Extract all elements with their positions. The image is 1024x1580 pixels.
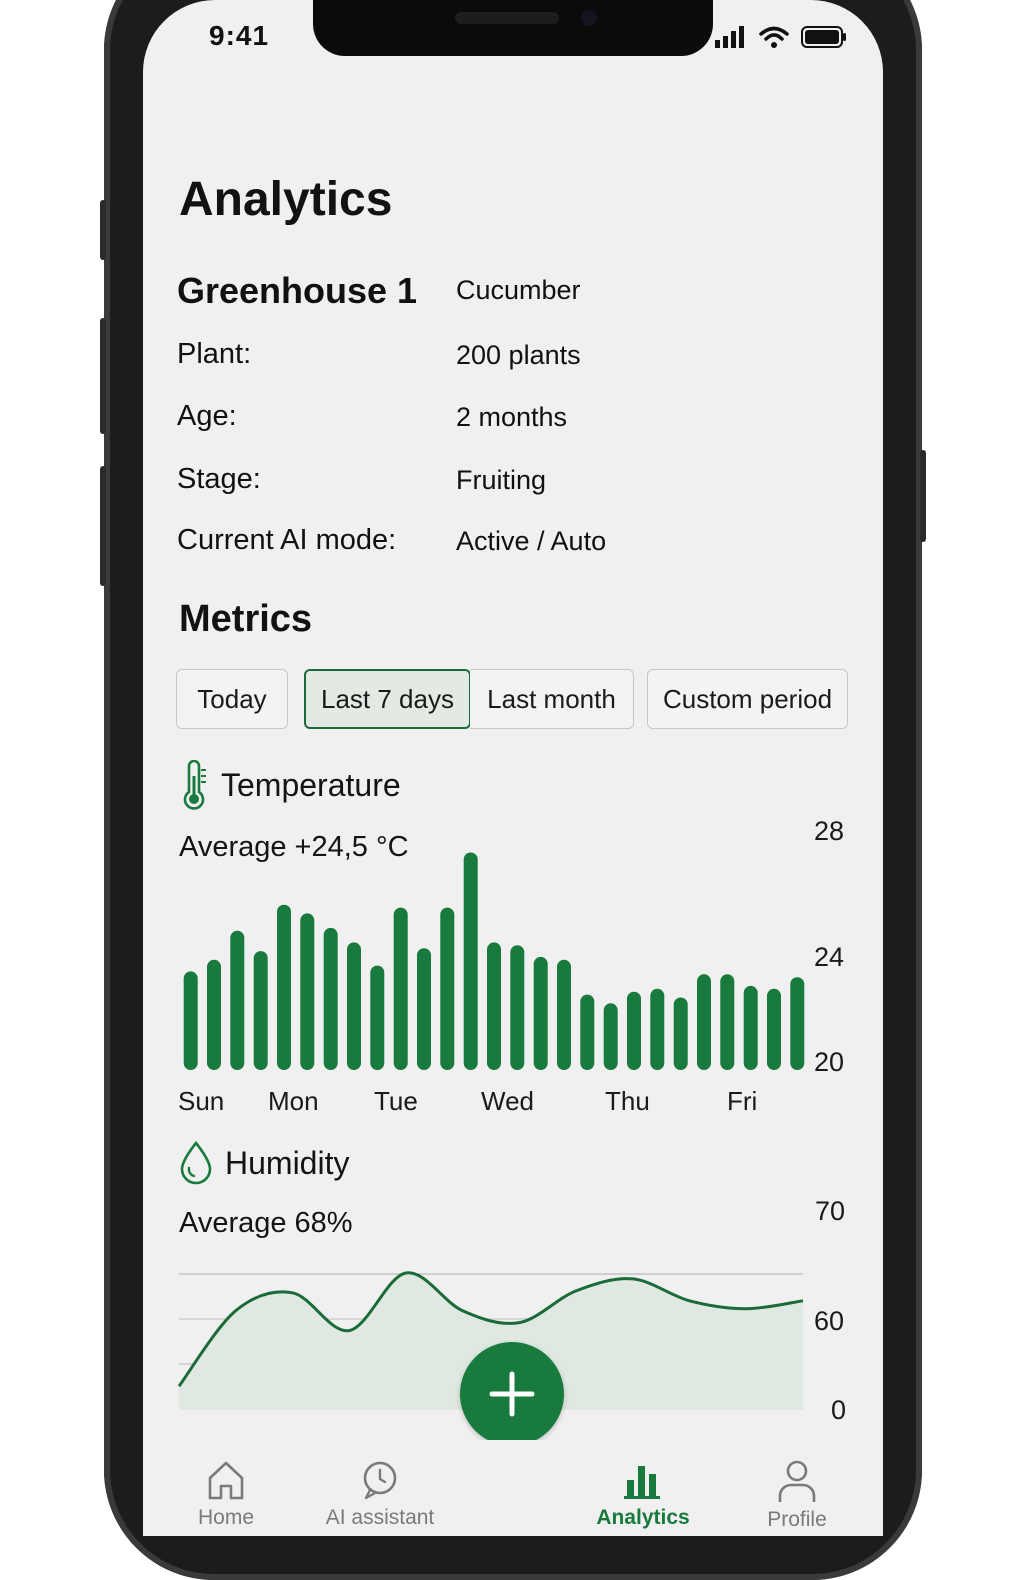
temperature-bar (277, 904, 291, 1070)
temperature-bar (440, 907, 455, 1070)
temperature-bar (230, 930, 245, 1070)
temperature-bar (207, 959, 221, 1070)
temperature-bar (323, 927, 338, 1070)
add-button[interactable] (460, 1342, 564, 1446)
temperature-bar (767, 988, 781, 1070)
temperature-bar (603, 1003, 618, 1070)
temperature-bar (697, 974, 711, 1070)
phone-mute-switch (100, 200, 106, 260)
temperature-bar (183, 971, 198, 1070)
temperature-bar (743, 985, 758, 1070)
tab-home-label: Home (197, 1506, 255, 1529)
tab-analytics[interactable]: Analytics (568, 1458, 718, 1530)
temperature-bar (463, 852, 478, 1070)
temperature-bar (580, 994, 595, 1070)
tab-analytics-label: Analytics (596, 1506, 690, 1529)
temperature-bar (253, 951, 268, 1070)
plus-icon (489, 1371, 535, 1417)
temperature-bar (510, 945, 525, 1070)
tab-ai-assistant[interactable]: AI assistant (305, 1458, 455, 1530)
temperature-bar (417, 948, 431, 1070)
temperature-bar (300, 913, 315, 1070)
temperature-bar (720, 974, 735, 1070)
analytics-icon (624, 1466, 660, 1499)
profile-icon (778, 1460, 816, 1502)
temperature-bar (650, 988, 665, 1070)
temperature-bar (627, 991, 641, 1070)
temperature-bar (533, 956, 548, 1070)
temperature-bar (487, 942, 501, 1070)
temperature-bar (393, 907, 408, 1070)
temperature-bar (557, 959, 571, 1070)
temperature-bar (790, 977, 805, 1070)
charts-canvas (177, 852, 805, 1410)
phone-power-button (920, 450, 926, 542)
tab-profile[interactable]: Profile (722, 1458, 872, 1532)
phone-volume-down (100, 466, 106, 586)
temperature-bar (673, 997, 688, 1070)
temperature-bar (370, 965, 385, 1070)
ai-assistant-icon (363, 1461, 397, 1500)
tab-profile-label: Profile (767, 1508, 827, 1531)
tab-home[interactable]: Home (151, 1458, 301, 1530)
temperature-bar (347, 942, 361, 1070)
temperature-bar-chart (183, 852, 805, 1070)
phone-volume-up (100, 318, 106, 434)
home-icon (208, 1461, 244, 1500)
tab-ai-assistant-label: AI assistant (325, 1506, 435, 1529)
app-screen: 9:41 Analytics Greenhouse 1 Cucumber Pla… (143, 0, 883, 1536)
